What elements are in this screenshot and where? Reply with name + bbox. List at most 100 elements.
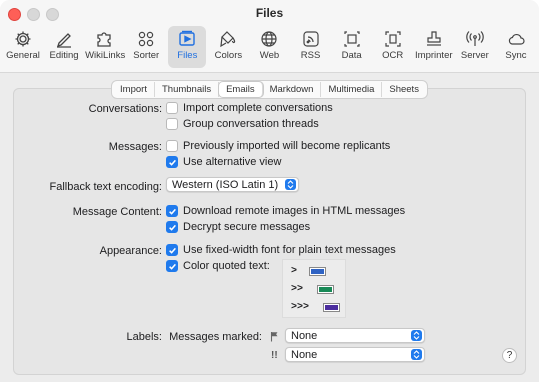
toolbar-label: OCR (382, 50, 404, 61)
replicants-checkbox[interactable] (166, 140, 178, 152)
toolbar-wikilinks[interactable]: WikiLinks (85, 26, 126, 68)
rss-icon (299, 29, 323, 49)
chevron-updown-icon (411, 349, 422, 360)
toolbar-label: Imprinter (415, 50, 453, 61)
help-button[interactable]: ? (502, 348, 517, 363)
ocr-icon (381, 29, 405, 49)
title-bar: Files General Editing WikiLinks Sorter F… (0, 0, 539, 73)
toolbar-general[interactable]: General (4, 26, 42, 68)
toolbar-rss[interactable]: RSS (292, 26, 330, 68)
toolbar-files[interactable]: Files (168, 26, 207, 68)
toolbar-label: General (6, 50, 40, 61)
replicants-option[interactable]: Previously imported will become replican… (166, 140, 390, 152)
messages-label: Messages: (108, 141, 162, 153)
tab-import[interactable]: Import (113, 82, 155, 97)
labels-label: Labels: (126, 331, 162, 343)
tab-markdown[interactable]: Markdown (263, 82, 322, 97)
toolbar-sync[interactable]: Sync (497, 26, 535, 68)
group-conversation-threads-option[interactable]: Group conversation threads (166, 118, 319, 130)
toolbar-sorter[interactable]: Sorter (127, 26, 165, 68)
quote-level-2-color-well[interactable] (317, 285, 334, 294)
checkmark-icon (168, 263, 176, 270)
tab-bar: Import Thumbnails Emails Markdown Multim… (111, 80, 428, 99)
priority-label-popup[interactable]: None (285, 347, 425, 362)
cloud-icon (504, 29, 528, 49)
preferences-window: Files General Editing WikiLinks Sorter F… (0, 0, 539, 382)
appearance-label: Appearance: (99, 245, 162, 257)
download-remote-images-option[interactable]: Download remote images in HTML messages (166, 205, 405, 217)
toolbar-imprinter[interactable]: Imprinter (415, 26, 453, 68)
paint-icon (216, 29, 240, 49)
toolbar-editing[interactable]: Editing (45, 26, 83, 68)
quote-colors-box: > >> >>> (282, 259, 346, 318)
priority-label-value: None (291, 348, 318, 361)
flag-label-popup[interactable]: None (285, 328, 425, 343)
fixed-width-font-option[interactable]: Use fixed-width font for plain text mess… (166, 244, 396, 256)
toolbar-label: Server (460, 50, 489, 61)
alternative-view-label: Use alternative view (183, 156, 282, 168)
replicants-label: Previously imported will become replican… (183, 140, 391, 152)
decrypt-secure-messages-option[interactable]: Decrypt secure messages (166, 221, 310, 233)
download-remote-images-checkbox[interactable] (166, 205, 178, 217)
tab-emails[interactable]: Emails (219, 82, 263, 97)
toolbar-label: Web (259, 50, 280, 61)
color-quoted-text-checkbox[interactable] (166, 260, 178, 272)
fixed-width-font-checkbox[interactable] (166, 244, 178, 256)
globe-icon (257, 29, 281, 49)
tab-bar-wrapper: Import Thumbnails Emails Markdown Multim… (0, 80, 539, 99)
toolbar-label: Files (177, 50, 198, 61)
message-content-label: Message Content: (72, 206, 162, 218)
quote-level-row: >> (291, 284, 334, 295)
conversations-label: Conversations: (88, 103, 162, 115)
data-icon (340, 29, 364, 49)
toolbar-web[interactable]: Web (250, 26, 288, 68)
puzzle-icon (93, 29, 117, 49)
decrypt-secure-messages-checkbox[interactable] (166, 221, 178, 233)
chevron-updown-icon (411, 330, 422, 341)
pencil-icon (52, 29, 76, 49)
toolbar-label: WikiLinks (85, 50, 126, 61)
checkmark-icon (168, 208, 176, 215)
preferences-toolbar: General Editing WikiLinks Sorter Files C… (4, 26, 535, 68)
files-icon (175, 29, 199, 49)
quote-level-3-color-well[interactable] (323, 303, 340, 312)
import-complete-conversations-checkbox[interactable] (166, 102, 178, 114)
chevron-updown-icon (285, 179, 296, 190)
priority-marker: !! (271, 350, 278, 361)
toolbar-server[interactable]: Server (456, 26, 494, 68)
toolbar-colors[interactable]: Colors (209, 26, 247, 68)
download-remote-images-label: Download remote images in HTML messages (183, 205, 406, 217)
group-conversation-threads-checkbox[interactable] (166, 118, 178, 130)
window-title: Files (255, 6, 284, 20)
toolbar-label: Data (341, 50, 362, 61)
tab-sheets[interactable]: Sheets (382, 82, 426, 97)
decrypt-secure-messages-label: Decrypt secure messages (183, 221, 311, 233)
fixed-width-font-label: Use fixed-width font for plain text mess… (183, 244, 396, 256)
quote-level-1-color-well[interactable] (309, 267, 326, 276)
import-complete-conversations-label: Import complete conversations (183, 102, 333, 114)
messages-marked-label: Messages marked: (169, 331, 262, 343)
group-conversation-threads-label: Group conversation threads (183, 118, 319, 130)
toolbar-data[interactable]: Data (333, 26, 371, 68)
toolbar-label: Sorter (133, 50, 160, 61)
checkmark-icon (168, 224, 176, 231)
alternative-view-option[interactable]: Use alternative view (166, 156, 281, 168)
color-quoted-text-option[interactable]: Color quoted text: (166, 260, 270, 272)
import-complete-conversations-option[interactable]: Import complete conversations (166, 102, 333, 114)
checkmark-icon (168, 159, 176, 166)
flag-label-value: None (291, 329, 318, 342)
toolbar-ocr[interactable]: OCR (374, 26, 412, 68)
toolbar-label: Sync (505, 50, 527, 61)
toolbar-label: RSS (300, 50, 321, 61)
alternative-view-checkbox[interactable] (166, 156, 178, 168)
quote-level-marker: >> (291, 284, 304, 295)
tab-thumbnails[interactable]: Thumbnails (155, 82, 220, 97)
quote-level-marker: >>> (291, 302, 310, 313)
color-quoted-text-label: Color quoted text: (183, 260, 270, 272)
toolbar-label: Colors (214, 50, 243, 61)
quote-level-row: >>> (291, 302, 340, 313)
tab-multimedia[interactable]: Multimedia (321, 82, 383, 97)
fallback-encoding-popup[interactable]: Western (ISO Latin 1) (166, 177, 299, 192)
fallback-encoding-label: Fallback text encoding: (49, 181, 162, 193)
fallback-encoding-value: Western (ISO Latin 1) (172, 178, 279, 191)
